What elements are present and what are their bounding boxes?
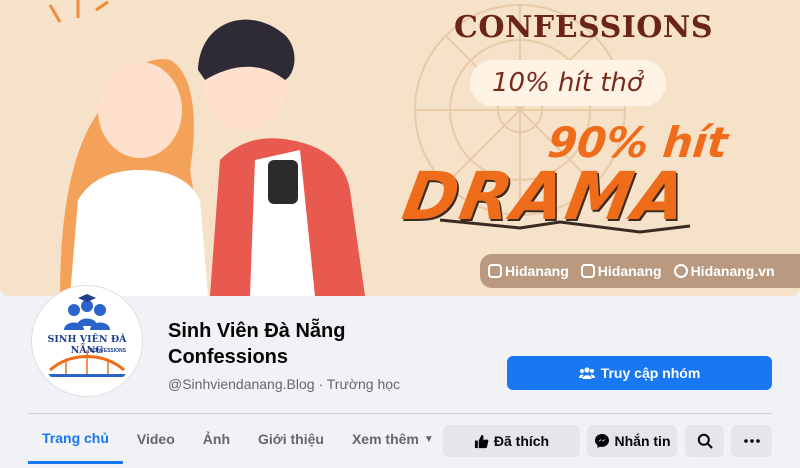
cover-headline-confessions: CONFESSIONS (454, 10, 714, 45)
tiktok-icon (580, 264, 595, 278)
page-meta: @Sinhviendanang.Blog · Trường học (168, 376, 400, 392)
cover-social-bar: Hidanang Hidanang Hidanang.vn (480, 254, 800, 288)
more-options-button[interactable] (731, 425, 772, 457)
social-youtube-label: Hidanang (505, 263, 569, 279)
cover-photo[interactable]: CONFESSIONS 10% hít thở 90% hít DRAMA Hi… (0, 0, 800, 296)
avatar-logo: SINH VIÊN ĐÀ NẴNG CONFESSIONS (36, 290, 138, 392)
social-instagram-label: Hidanang.vn (690, 263, 775, 279)
page-title[interactable]: Sinh Viên Đà Nẵng Confessions (168, 318, 468, 370)
tab-about[interactable]: Giới thiệu (244, 414, 338, 464)
thumbs-up-icon (474, 434, 489, 448)
page-avatar[interactable]: SINH VIÊN ĐÀ NẴNG CONFESSIONS (32, 286, 142, 396)
cover-headline-breathe: 10% hít thở (492, 68, 643, 98)
liked-button[interactable]: Đã thích (443, 425, 580, 457)
page-title-line-2: Confessions (168, 346, 289, 368)
cover-headline-drama: DRAMA (397, 158, 695, 235)
page-category[interactable]: Trường học (327, 376, 400, 392)
page-title-line-1: Sinh Viên Đà Nẵng (168, 320, 346, 342)
instagram-icon (673, 264, 688, 278)
liked-label: Đã thích (493, 433, 550, 449)
visit-group-label: Truy cập nhóm (600, 365, 701, 381)
tab-video[interactable]: Video (123, 414, 189, 464)
search-icon (697, 433, 713, 449)
page-handle[interactable]: @Sinhviendanang.Blog (168, 376, 315, 392)
social-instagram: Hidanang.vn (673, 263, 775, 279)
search-button[interactable] (685, 425, 724, 457)
ellipsis-icon (743, 439, 760, 443)
social-tiktok-label: Hidanang (597, 263, 662, 279)
page-tabs: Trang chủ Video Ảnh Giới thiệu Xem thêm … (28, 414, 448, 468)
tab-more-label: Xem thêm (351, 431, 419, 447)
social-youtube: Hidanang (488, 263, 569, 279)
youtube-icon (488, 264, 502, 278)
tab-photos[interactable]: Ảnh (189, 414, 244, 464)
visit-group-button[interactable]: Truy cập nhóm (507, 356, 772, 390)
messenger-icon (594, 434, 609, 448)
message-button[interactable]: Nhắn tin (587, 425, 677, 457)
cover-headline-pill: 10% hít thở (470, 60, 666, 106)
group-icon (578, 367, 595, 379)
caret-down-icon: ▼ (423, 433, 434, 445)
social-tiktok: Hidanang (580, 263, 662, 279)
tab-more[interactable]: Xem thêm ▼ (338, 414, 448, 464)
tab-home[interactable]: Trang chủ (28, 414, 123, 464)
message-label: Nhắn tin (614, 433, 671, 449)
avatar-subtitle: CONFESSIONS (89, 348, 126, 354)
meta-separator: · (318, 376, 324, 392)
